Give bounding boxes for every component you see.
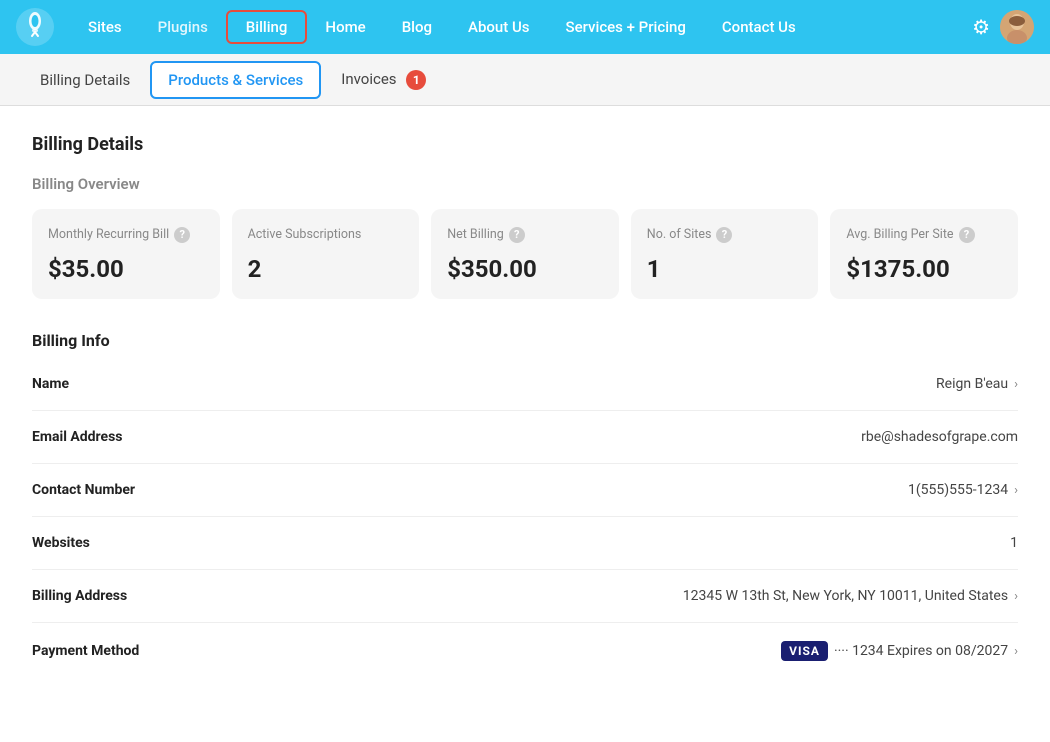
chevron-address-icon: ›	[1014, 589, 1018, 604]
info-row-websites: Websites 1	[32, 517, 1018, 570]
card-sites-value: 1	[647, 255, 803, 283]
nav-contact[interactable]: Contact Us	[704, 12, 814, 42]
info-label-name: Name	[32, 376, 69, 392]
nav-sites[interactable]: Sites	[70, 12, 140, 42]
nav-home[interactable]: Home	[307, 12, 383, 42]
help-avg-billing-icon[interactable]: ?	[959, 227, 975, 243]
visa-badge: VISA	[781, 641, 828, 661]
info-row-address[interactable]: Billing Address 12345 W 13th St, New Yor…	[32, 570, 1018, 623]
help-monthly-bill-icon[interactable]: ?	[174, 227, 190, 243]
card-avg-billing-value: $1375.00	[846, 255, 1002, 283]
info-row-name[interactable]: Name Reign B'eau ›	[32, 358, 1018, 411]
info-row-email: Email Address rbe@shadesofgrape.com	[32, 411, 1018, 464]
nav-links: Sites Plugins Billing Home Blog About Us…	[70, 10, 972, 44]
chevron-contact-icon: ›	[1014, 483, 1018, 498]
nav-plugins[interactable]: Plugins	[140, 12, 226, 42]
info-value-address: 12345 W 13th St, New York, NY 10011, Uni…	[683, 588, 1018, 604]
payment-card-details: ···· 1234 Expires on 08/2027	[834, 643, 1008, 659]
nav-about[interactable]: About Us	[450, 12, 548, 42]
chevron-name-icon: ›	[1014, 377, 1018, 392]
card-net-billing-value: $350.00	[447, 255, 603, 283]
info-label-contact: Contact Number	[32, 482, 135, 498]
billing-info-title: Billing Info	[32, 331, 1018, 350]
info-value-name: Reign B'eau ›	[936, 376, 1018, 392]
card-avg-billing: Avg. Billing Per Site ? $1375.00	[830, 209, 1018, 299]
card-monthly-bill-label: Monthly Recurring Bill ?	[48, 227, 204, 243]
info-row-payment[interactable]: Payment Method VISA ···· 1234 Expires on…	[32, 623, 1018, 679]
card-active-subscriptions: Active Subscriptions 2	[232, 209, 420, 299]
card-sites-label: No. of Sites ?	[647, 227, 803, 243]
logo[interactable]	[16, 8, 54, 46]
billing-cards: Monthly Recurring Bill ? $35.00 Active S…	[32, 209, 1018, 299]
info-value-websites: 1	[1010, 535, 1018, 551]
info-label-websites: Websites	[32, 535, 90, 551]
sub-navigation: Billing Details Products & Services Invo…	[0, 54, 1050, 106]
card-no-of-sites: No. of Sites ? 1	[631, 209, 819, 299]
info-label-email: Email Address	[32, 429, 123, 445]
card-net-billing-label: Net Billing ?	[447, 227, 603, 243]
card-monthly-bill-value: $35.00	[48, 255, 204, 283]
main-content: Billing Details Billing Overview Monthly…	[0, 106, 1050, 742]
nav-blog[interactable]: Blog	[384, 12, 450, 42]
top-navigation: Sites Plugins Billing Home Blog About Us…	[0, 0, 1050, 54]
user-avatar[interactable]	[1000, 10, 1034, 44]
nav-billing[interactable]: Billing	[226, 10, 308, 44]
page-title: Billing Details	[32, 134, 1018, 155]
card-active-subs-value: 2	[248, 255, 404, 283]
help-net-billing-icon[interactable]: ?	[509, 227, 525, 243]
settings-icon[interactable]: ⚙	[972, 15, 990, 39]
info-label-payment: Payment Method	[32, 643, 139, 659]
info-value-payment: VISA ···· 1234 Expires on 08/2027 ›	[781, 641, 1018, 661]
overview-title: Billing Overview	[32, 175, 1018, 193]
info-value-email: rbe@shadesofgrape.com	[861, 429, 1018, 445]
nav-services[interactable]: Services + Pricing	[548, 12, 704, 42]
info-label-address: Billing Address	[32, 588, 127, 604]
chevron-payment-icon: ›	[1014, 644, 1018, 659]
nav-right: ⚙	[972, 10, 1034, 44]
info-row-contact[interactable]: Contact Number 1(555)555-1234 ›	[32, 464, 1018, 517]
subnav-products-services[interactable]: Products & Services	[150, 61, 321, 99]
card-active-subs-label: Active Subscriptions	[248, 227, 404, 243]
card-avg-billing-label: Avg. Billing Per Site ?	[846, 227, 1002, 243]
card-monthly-bill: Monthly Recurring Bill ? $35.00	[32, 209, 220, 299]
subnav-billing-details[interactable]: Billing Details	[24, 63, 146, 97]
subnav-invoices[interactable]: Invoices 1	[325, 62, 442, 98]
card-net-billing: Net Billing ? $350.00	[431, 209, 619, 299]
info-value-contact: 1(555)555-1234 ›	[908, 482, 1018, 498]
help-sites-icon[interactable]: ?	[716, 227, 732, 243]
invoice-count-badge: 1	[406, 70, 426, 90]
